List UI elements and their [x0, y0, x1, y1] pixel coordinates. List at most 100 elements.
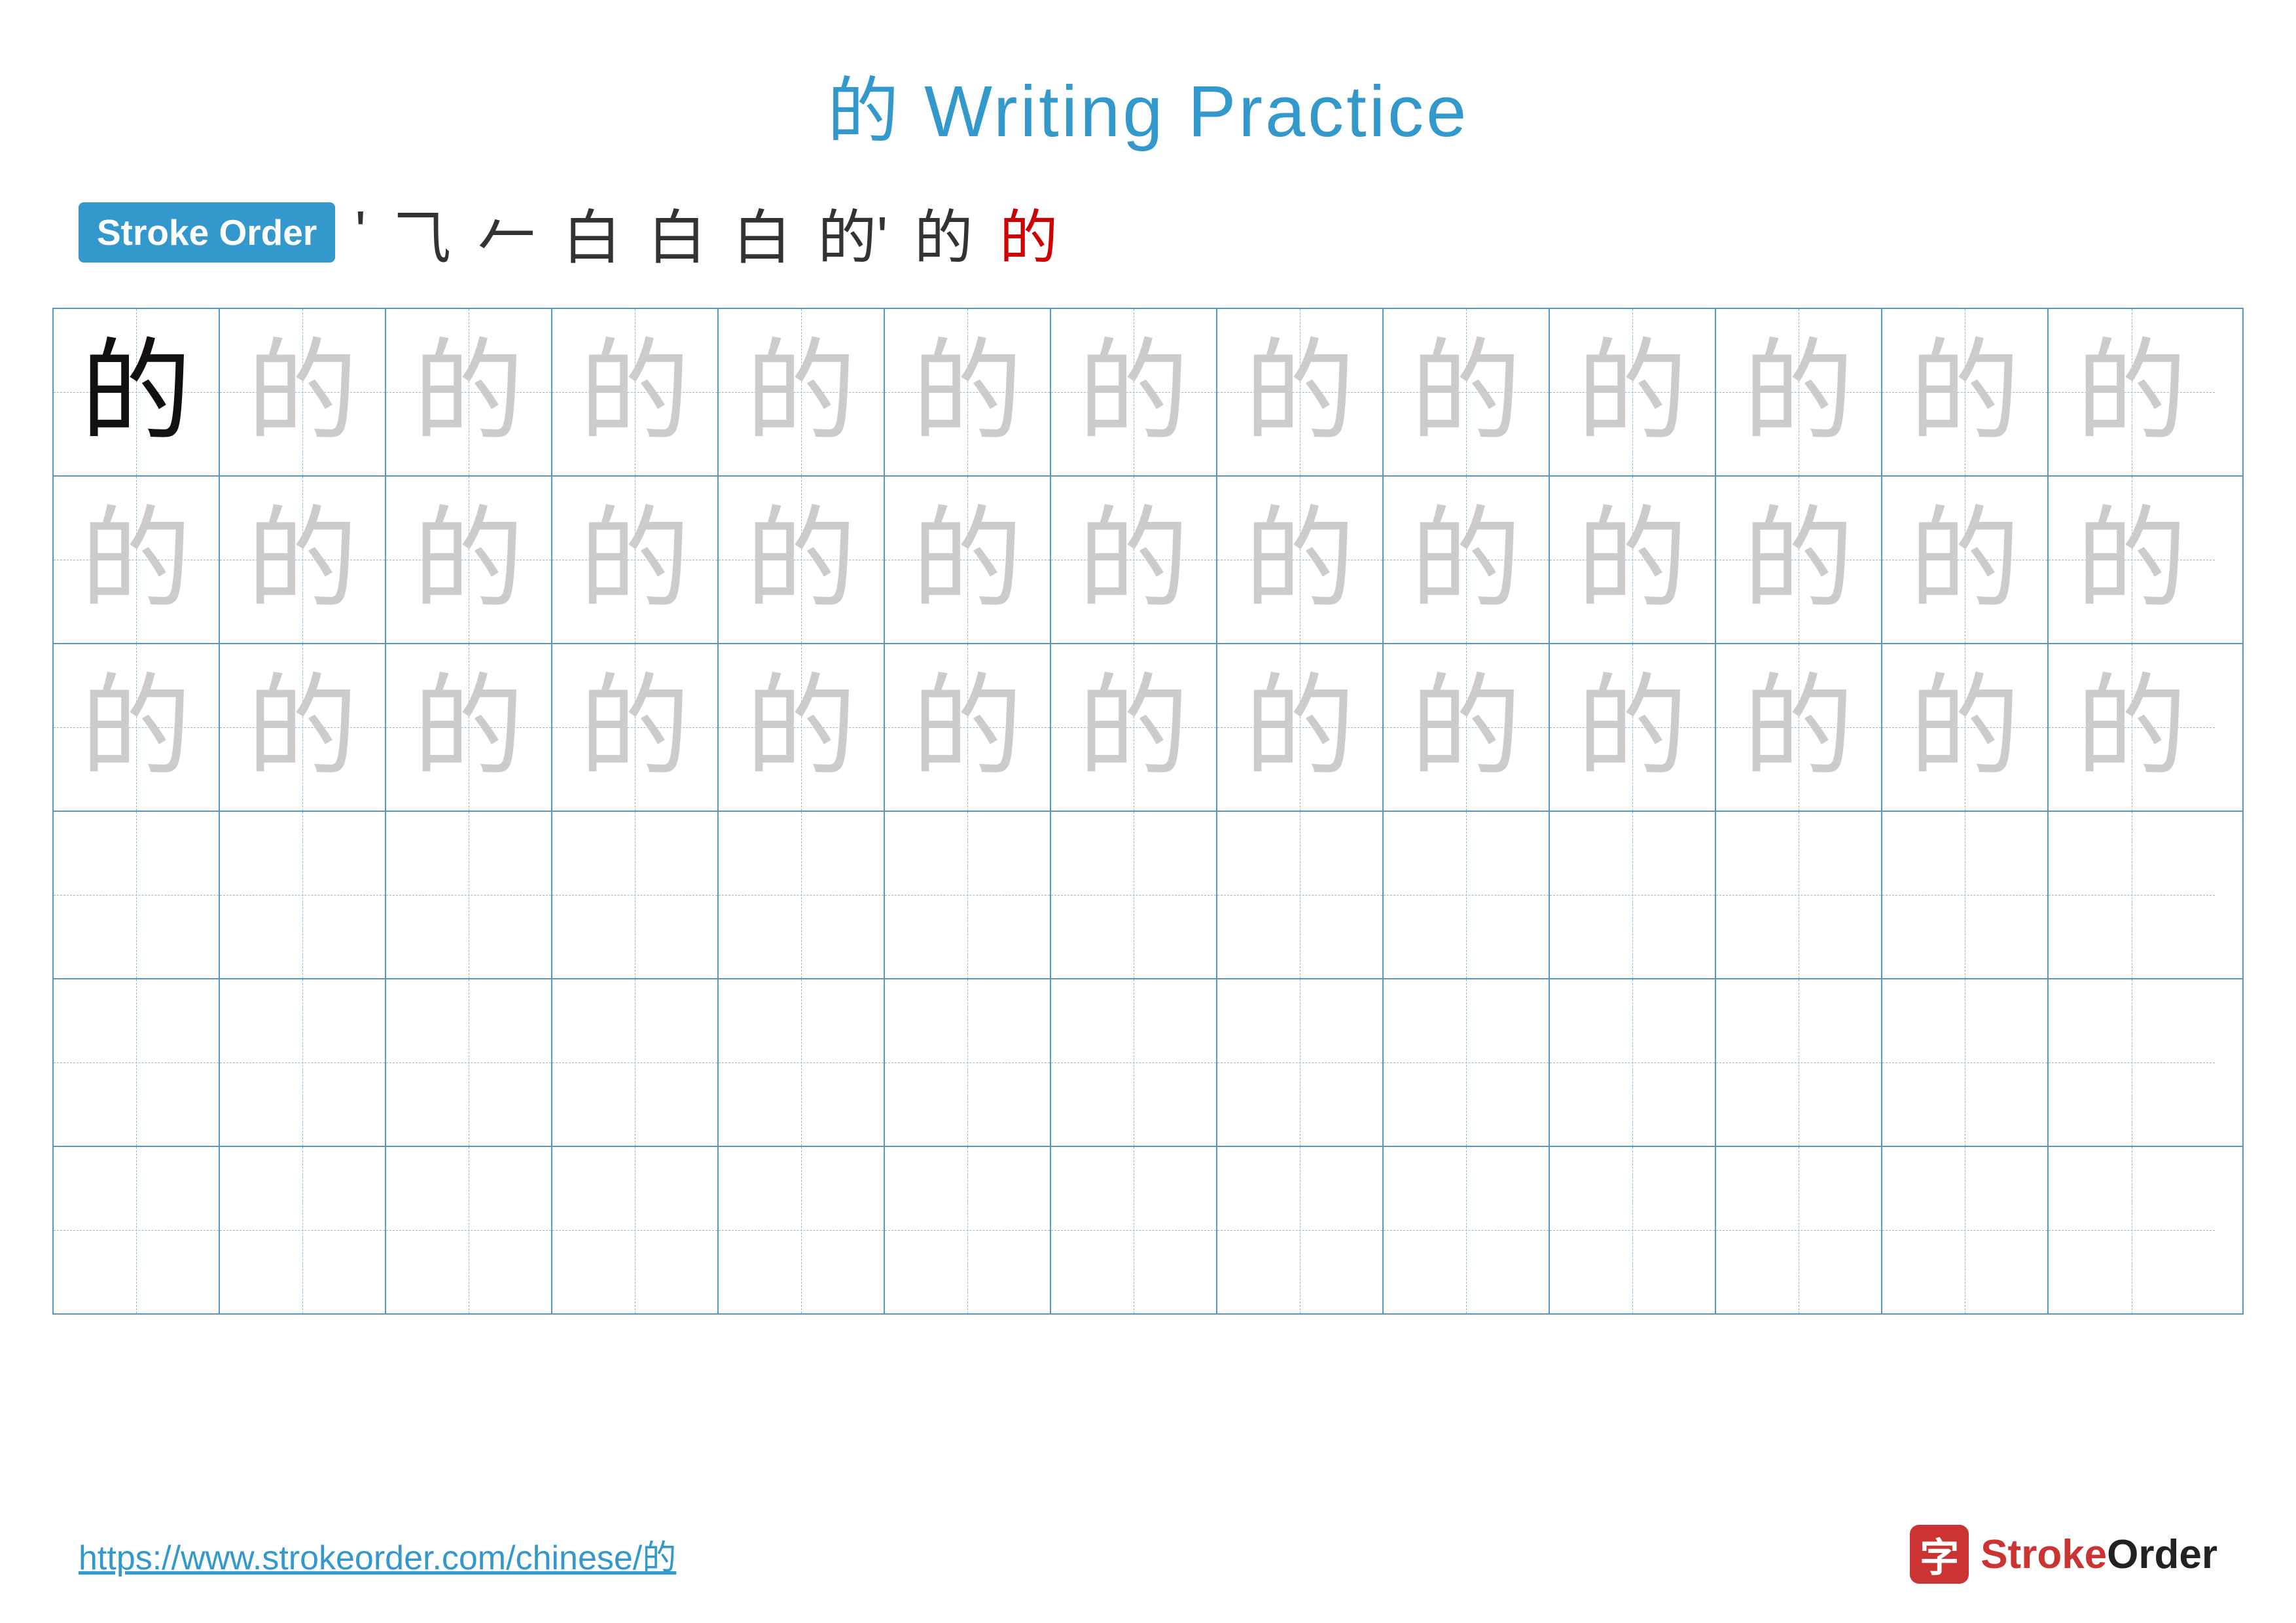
grid-cell-2-2: 的 — [220, 477, 386, 643]
grid-cell-5-7[interactable] — [1051, 979, 1217, 1146]
grid-row-6 — [54, 1147, 2242, 1313]
grid-cell-5-8[interactable] — [1217, 979, 1384, 1146]
grid-cell-1-3: 的 — [386, 309, 552, 475]
grid-cell-6-10[interactable] — [1550, 1147, 1716, 1313]
grid-cell-3-12: 的 — [1882, 644, 2049, 811]
grid-cell-5-1[interactable] — [54, 979, 220, 1146]
grid-cell-1-11: 的 — [1716, 309, 1882, 475]
grid-cell-2-13: 的 — [2049, 477, 2215, 643]
char-ghost: 的 — [247, 672, 358, 783]
char-ghost: 的 — [81, 504, 192, 615]
grid-cell-4-12[interactable] — [1882, 812, 2049, 978]
grid-cell-6-12[interactable] — [1882, 1147, 2049, 1313]
grid-cell-6-6[interactable] — [885, 1147, 1051, 1313]
stroke-1: ' — [355, 199, 366, 266]
grid-cell-1-1: 的 — [54, 309, 220, 475]
grid-cell-4-11[interactable] — [1716, 812, 1882, 978]
grid-cell-2-1: 的 — [54, 477, 220, 643]
grid-cell-2-3: 的 — [386, 477, 552, 643]
grid-cell-2-9: 的 — [1384, 477, 1550, 643]
grid-cell-4-10[interactable] — [1550, 812, 1716, 978]
char-ghost: 的 — [912, 337, 1023, 448]
grid-cell-4-3[interactable] — [386, 812, 552, 978]
grid-cell-6-9[interactable] — [1384, 1147, 1550, 1313]
grid-cell-2-8: 的 — [1217, 477, 1384, 643]
grid-cell-1-6: 的 — [885, 309, 1051, 475]
char-ghost: 的 — [413, 672, 524, 783]
grid-cell-6-13[interactable] — [2049, 1147, 2215, 1313]
grid-cell-2-11: 的 — [1716, 477, 1882, 643]
grid-cell-6-4[interactable] — [552, 1147, 719, 1313]
grid-cell-5-12[interactable] — [1882, 979, 2049, 1146]
grid-cell-5-5[interactable] — [719, 979, 885, 1146]
logo-icon: 字 — [1910, 1525, 1969, 1584]
grid-cell-4-1[interactable] — [54, 812, 220, 978]
grid-cell-1-8: 的 — [1217, 309, 1384, 475]
grid-cell-5-9[interactable] — [1384, 979, 1550, 1146]
grid-cell-4-6[interactable] — [885, 812, 1051, 978]
char-ghost: 的 — [1244, 337, 1355, 448]
grid-cell-4-8[interactable] — [1217, 812, 1384, 978]
char-ghost: 的 — [2076, 337, 2187, 448]
grid-cell-3-3: 的 — [386, 644, 552, 811]
char-ghost: 的 — [912, 504, 1023, 615]
char-ghost: 的 — [1078, 672, 1189, 783]
grid-cell-3-10: 的 — [1550, 644, 1716, 811]
stroke-3: 𠂉 — [477, 190, 536, 275]
grid-cell-4-9[interactable] — [1384, 812, 1550, 978]
grid-cell-1-4: 的 — [552, 309, 719, 475]
char-ghost: 的 — [1577, 672, 1688, 783]
stroke-sequence: ' ⺄ 𠂉 白 白 白 的' 的 的 — [355, 190, 1058, 275]
grid-cell-4-7[interactable] — [1051, 812, 1217, 978]
grid-cell-3-8: 的 — [1217, 644, 1384, 811]
stroke-2: ⺄ — [392, 190, 451, 275]
stroke-8: 的 — [914, 190, 973, 275]
grid-cell-5-11[interactable] — [1716, 979, 1882, 1146]
char-ghost: 的 — [81, 672, 192, 783]
grid-cell-4-4[interactable] — [552, 812, 719, 978]
grid-cell-6-11[interactable] — [1716, 1147, 1882, 1313]
grid-cell-5-10[interactable] — [1550, 979, 1716, 1146]
grid-cell-2-7: 的 — [1051, 477, 1217, 643]
stroke-5: 白 — [647, 190, 706, 275]
grid-cell-5-3[interactable] — [386, 979, 552, 1146]
char-ghost: 的 — [247, 504, 358, 615]
char-ghost: 的 — [745, 337, 857, 448]
logo-text: StrokeOrder — [1981, 1531, 2217, 1578]
grid-cell-3-13: 的 — [2049, 644, 2215, 811]
grid-cell-5-6[interactable] — [885, 979, 1051, 1146]
grid-cell-5-13[interactable] — [2049, 979, 2215, 1146]
char-ghost: 的 — [1577, 504, 1688, 615]
char-ghost: 的 — [1244, 504, 1355, 615]
grid-cell-3-6: 的 — [885, 644, 1051, 811]
grid-cell-5-4[interactable] — [552, 979, 719, 1146]
grid-cell-1-7: 的 — [1051, 309, 1217, 475]
grid-cell-2-5: 的 — [719, 477, 885, 643]
char-ghost: 的 — [413, 504, 524, 615]
grid-cell-1-12: 的 — [1882, 309, 2049, 475]
grid-cell-6-1[interactable] — [54, 1147, 220, 1313]
grid-row-1: 的 的 的 的 的 的 的 的 的 的 的 的 — [54, 309, 2242, 477]
grid-cell-4-13[interactable] — [2049, 812, 2215, 978]
grid-cell-2-6: 的 — [885, 477, 1051, 643]
grid-cell-6-8[interactable] — [1217, 1147, 1384, 1313]
footer-url[interactable]: https://www.strokeorder.com/chinese/的 — [79, 1530, 676, 1579]
grid-cell-3-2: 的 — [220, 644, 386, 811]
grid-cell-3-5: 的 — [719, 644, 885, 811]
char-ghost: 的 — [1743, 337, 1854, 448]
grid-cell-6-7[interactable] — [1051, 1147, 1217, 1313]
grid-row-4 — [54, 812, 2242, 979]
grid-cell-3-1: 的 — [54, 644, 220, 811]
grid-cell-3-4: 的 — [552, 644, 719, 811]
footer-logo: 字 StrokeOrder — [1910, 1525, 2217, 1584]
grid-cell-6-3[interactable] — [386, 1147, 552, 1313]
grid-cell-4-2[interactable] — [220, 812, 386, 978]
grid-cell-4-5[interactable] — [719, 812, 885, 978]
char-ghost: 的 — [1909, 337, 2020, 448]
grid-cell-6-5[interactable] — [719, 1147, 885, 1313]
char-ghost: 的 — [1909, 504, 2020, 615]
char-ghost: 的 — [579, 672, 691, 783]
grid-cell-5-2[interactable] — [220, 979, 386, 1146]
grid-cell-6-2[interactable] — [220, 1147, 386, 1313]
char-ghost: 的 — [579, 337, 691, 448]
